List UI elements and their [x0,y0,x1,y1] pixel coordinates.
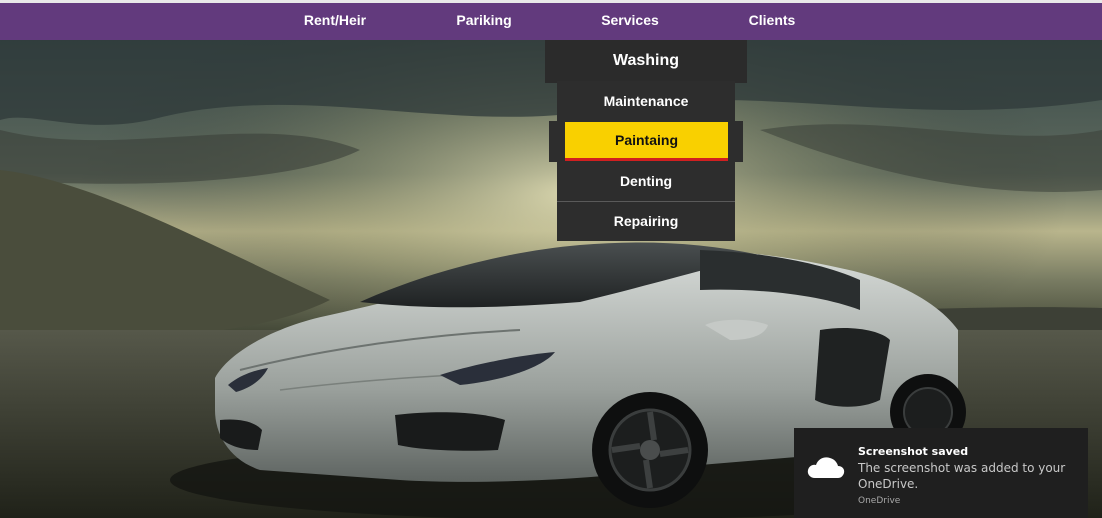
menu-item-denting[interactable]: Denting [557,162,735,201]
menu-item-washing[interactable]: Washing [545,40,747,81]
nav-item-services[interactable]: Services [590,3,670,40]
toast-source: OneDrive [858,496,901,506]
nav-item-rent-heir[interactable]: Rent/Heir [292,3,378,40]
toast-body: The screenshot was added to your OneDriv… [858,461,1066,491]
menu-item-maintenance[interactable]: Maintenance [557,81,735,121]
menu-item-paintaing[interactable]: Paintaing [565,122,728,161]
page: Rent/Heir Pariking Services Clients Wash… [0,0,1102,518]
nav-item-pariking[interactable]: Pariking [444,3,524,40]
top-navbar: Rent/Heir Pariking Services Clients [0,3,1102,40]
toast-title: Screenshot saved [858,445,969,458]
nav-item-clients[interactable]: Clients [736,3,808,40]
onedrive-cloud-icon [807,457,845,478]
menu-item-repairing[interactable]: Repairing [557,202,735,241]
toast-notification[interactable]: Screenshot saved The screenshot was adde… [794,428,1088,518]
